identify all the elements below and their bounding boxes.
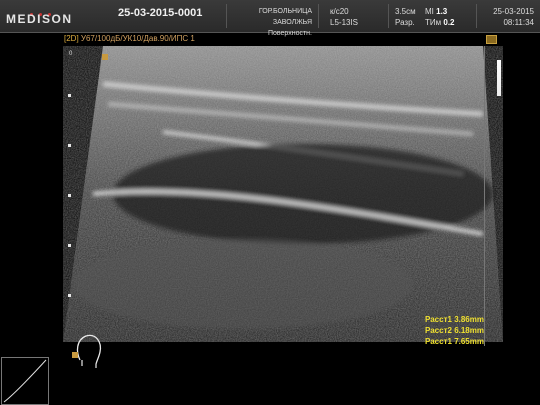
resolution-label: Разр. — [395, 18, 415, 27]
brand-logo: MEDISON — [6, 12, 73, 26]
depth-tick — [68, 94, 71, 97]
focus-line — [484, 46, 485, 346]
exam-preset-name: Поверхностн. — [267, 30, 312, 37]
measurement-results: Расст1 3.86mm Расст2 6.18mm Расст1 7.65m… — [425, 314, 484, 347]
time: 08:11:34 — [503, 18, 534, 27]
measurement-label: Расст1 — [425, 315, 452, 324]
hospital-name: ГОР.БОЛЬНИЦА ЗАВОЛЖЬЯ — [258, 8, 312, 26]
measurement-row: Расст1 3.86mm — [425, 314, 484, 325]
top-info-bar: MEDISON 25-03-2015-0001 ГОР.БОЛЬНИЦА ЗАВ… — [0, 0, 540, 37]
depth-tick — [68, 244, 71, 247]
depth-scale — [68, 52, 74, 352]
brand-dots-icon — [30, 3, 60, 16]
index-info: MI 1.3 ТИм 0.2 — [425, 6, 455, 28]
datetime: 25-03-2015 08:11:34 — [486, 6, 534, 28]
depth-tick — [68, 194, 71, 197]
divider — [476, 4, 477, 28]
mi-label: MI — [425, 7, 434, 16]
depth-tick — [68, 144, 71, 147]
divider — [226, 4, 227, 28]
divider — [318, 4, 319, 28]
date: 25-03-2015 — [493, 7, 534, 16]
tim-label: ТИм — [425, 18, 442, 27]
measurement-value: 3.86mm — [454, 315, 484, 324]
depth-tick — [68, 294, 71, 297]
tim-value: 0.2 — [443, 18, 455, 27]
divider — [388, 4, 389, 28]
measurement-row: Расст2 6.18mm — [425, 325, 484, 336]
imaging-settings: У67/100дБ/УК10/Дав.90/ИПС 1 — [78, 34, 195, 43]
probe-name: L5-13IS — [330, 18, 359, 27]
hospital-info: ГОР.БОЛЬНИЦА ЗАВОЛЖЬЯ Поверхностн. — [232, 6, 312, 39]
measurement-label: Расст2 — [425, 326, 452, 335]
frame-rate: к/с20 — [330, 7, 349, 16]
mi-value: 1.3 — [436, 7, 448, 16]
post-processing-curve-icon[interactable] — [1, 357, 49, 405]
measurement-row: Расст1 7.65mm — [425, 336, 484, 347]
measurement-value: 7.65mm — [454, 337, 484, 346]
body-marker-head-icon[interactable] — [70, 330, 106, 368]
imaging-parameters: [2D] У67/100дБ/УК10/Дав.90/ИПС 1 — [64, 34, 195, 43]
orientation-marker-icon[interactable] — [486, 35, 497, 44]
measurement-label: Расст1 — [425, 337, 452, 346]
grayscale-bar — [497, 60, 501, 96]
ultrasound-image[interactable] — [63, 44, 503, 344]
depth-info: 3.5см Разр. — [395, 6, 416, 28]
probe-info: к/с20 L5-13IS — [330, 6, 358, 28]
measurement-value: 6.18mm — [454, 326, 484, 335]
probe-orientation-marker — [102, 54, 108, 60]
imaging-mode: [2D] — [64, 34, 79, 43]
exam-id: 25-03-2015-0001 — [118, 7, 203, 19]
depth-value: 3.5см — [395, 7, 416, 16]
